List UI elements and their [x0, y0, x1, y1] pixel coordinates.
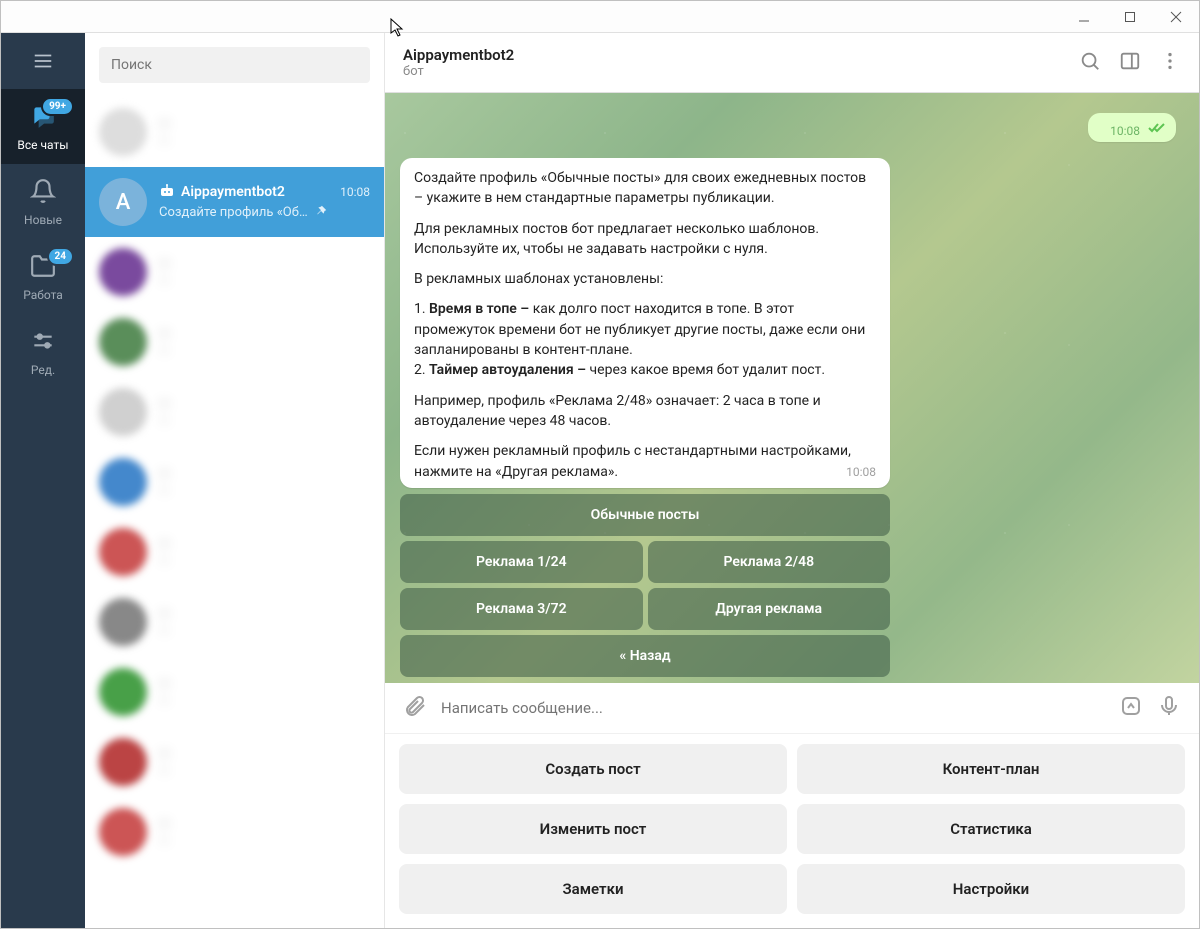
inline-btn-regular-posts[interactable]: Обычные посты — [400, 494, 890, 536]
chat-row-active[interactable]: A Aippaymentbot2 10:08 Создайте профиль … — [85, 167, 384, 237]
search-in-chat-button[interactable] — [1079, 50, 1101, 76]
window-titlebar — [1, 1, 1199, 33]
folder-label: Работа — [23, 288, 63, 302]
voice-message-button[interactable] — [1157, 694, 1181, 722]
outgoing-message[interactable]: . 10:08 — [400, 113, 1184, 142]
folder-icon: 24 — [30, 253, 56, 282]
message-text: 1. Время в топе – как долго пост находит… — [414, 299, 876, 380]
message-text: Создайте профиль «Обычные посты» для сво… — [414, 168, 876, 209]
reply-btn-edit-post[interactable]: Изменить пост — [399, 804, 787, 854]
folder-sidebar: 99+ Все чаты Новые 24 Работа — [1, 33, 85, 928]
folder-label: Новые — [24, 213, 62, 227]
chat-header: Aippaymentbot2 бот — [385, 33, 1199, 93]
reply-btn-create-post[interactable]: Создать пост — [399, 744, 787, 794]
inline-btn-ad-2-48[interactable]: Реклама 2/48 — [648, 541, 891, 583]
chat-row[interactable]: —— — [85, 587, 384, 657]
chat-row[interactable]: —— — [85, 307, 384, 377]
chat-title-block[interactable]: Aippaymentbot2 бот — [403, 46, 1061, 79]
inline-btn-back[interactable]: « Назад — [400, 635, 890, 677]
unread-badge: 24 — [47, 247, 74, 266]
chat-name: Aippaymentbot2 — [181, 184, 334, 200]
chat-row[interactable]: —— — [85, 97, 384, 167]
read-checks-icon — [1148, 119, 1166, 138]
chat-preview: Создайте профиль «Об… — [159, 205, 308, 220]
chat-row[interactable]: —— — [85, 727, 384, 797]
window-maximize-button[interactable] — [1107, 1, 1153, 33]
window-close-button[interactable] — [1153, 1, 1199, 33]
more-menu-button[interactable] — [1159, 50, 1181, 76]
message-time: 10:08 — [846, 464, 876, 481]
chat-row[interactable]: —— — [85, 657, 384, 727]
folder-new[interactable]: Новые — [1, 164, 85, 239]
message-text: В рекламных шаблонах установлены: — [414, 269, 876, 289]
avatar: A — [99, 178, 147, 226]
bell-icon — [30, 178, 56, 207]
reply-btn-notes[interactable]: Заметки — [399, 864, 787, 914]
bot-message-block: Создайте профиль «Обычные посты» для сво… — [400, 158, 890, 677]
bot-icon — [159, 183, 175, 202]
folder-edit[interactable]: Ред. — [1, 314, 85, 389]
message-text: Для рекламных постов бот предлагает неск… — [414, 219, 876, 260]
message-time: 10:08 — [1110, 124, 1140, 138]
sliders-icon — [30, 328, 56, 357]
menu-button[interactable] — [1, 33, 85, 89]
message-list[interactable]: . 10:08 Создайте профиль «Обычные посты»… — [385, 93, 1199, 683]
chat-row[interactable]: —— — [85, 237, 384, 307]
inline-keyboard: Обычные посты Реклама 1/24 Реклама 2/48 … — [400, 494, 890, 677]
search-input[interactable] — [99, 47, 370, 83]
attach-button[interactable] — [403, 694, 427, 722]
chat-row[interactable]: —— — [85, 517, 384, 587]
chat-row[interactable]: —— — [85, 797, 384, 867]
message-bubble[interactable]: Создайте профиль «Обычные посты» для сво… — [400, 158, 890, 488]
folder-label: Все чаты — [17, 138, 68, 152]
composer: Создать пост Контент-план Изменить пост … — [385, 683, 1199, 928]
folder-work[interactable]: 24 Работа — [1, 239, 85, 314]
chat-time: 10:08 — [340, 185, 370, 199]
reply-btn-content-plan[interactable]: Контент-план — [797, 744, 1185, 794]
message-input[interactable] — [441, 693, 1105, 723]
folder-all-chats[interactable]: 99+ Все чаты — [1, 89, 85, 164]
chat-list: —— A Aippaymentbot2 10:08 Создайте профи… — [85, 33, 385, 928]
chat-subtitle: бот — [403, 64, 1061, 79]
chat-title: Aippaymentbot2 — [403, 46, 1061, 64]
reply-btn-stats[interactable]: Статистика — [797, 804, 1185, 854]
unread-badge: 99+ — [41, 97, 74, 116]
chat-main: Aippaymentbot2 бот . — [385, 33, 1199, 928]
reply-btn-settings[interactable]: Настройки — [797, 864, 1185, 914]
reply-keyboard: Создать пост Контент-план Изменить пост … — [385, 734, 1199, 928]
chat-background: . 10:08 Создайте профиль «Обычные посты»… — [385, 93, 1199, 683]
message-text: Если нужен рекламный профиль с нестандар… — [414, 443, 851, 479]
pin-icon — [314, 204, 328, 222]
chat-row[interactable]: —— — [85, 447, 384, 517]
window-minimize-button[interactable] — [1061, 1, 1107, 33]
folder-label: Ред. — [31, 363, 55, 377]
bot-commands-button[interactable] — [1119, 694, 1143, 722]
message-text: Например, профиль «Реклама 2/48» означае… — [414, 391, 876, 432]
inline-btn-other-ad[interactable]: Другая реклама — [648, 588, 891, 630]
chat-row[interactable]: —— — [85, 377, 384, 447]
inline-btn-ad-3-72[interactable]: Реклама 3/72 — [400, 588, 643, 630]
inline-btn-ad-1-24[interactable]: Реклама 1/24 — [400, 541, 643, 583]
sidebar-toggle-button[interactable] — [1119, 50, 1141, 76]
chats-icon: 99+ — [30, 103, 56, 132]
